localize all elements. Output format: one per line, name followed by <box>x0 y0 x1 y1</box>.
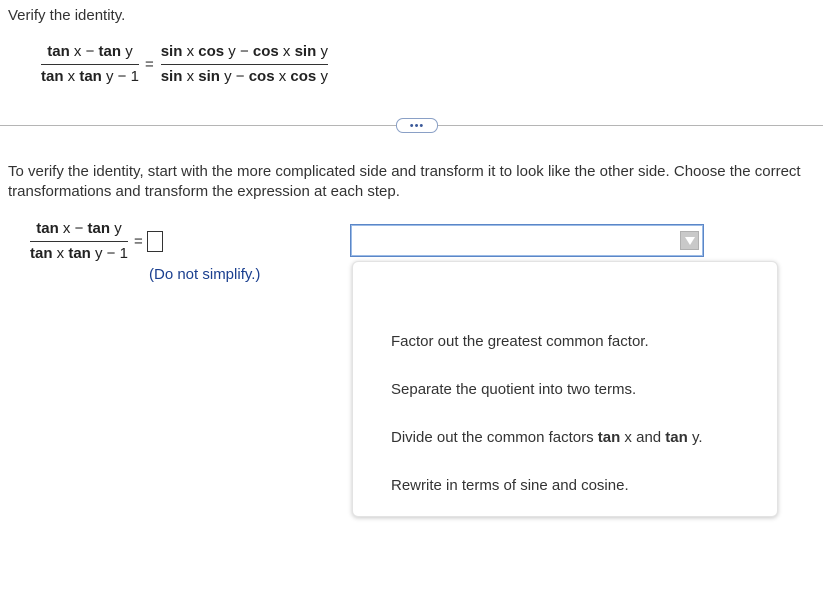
fraction-bar <box>160 64 328 65</box>
transformation-dropdown-menu: Factor out the greatest common factor. S… <box>352 261 778 517</box>
answer-input-box[interactable] <box>146 231 163 252</box>
instructions-text: To verify the identity, start with the m… <box>8 163 801 200</box>
rhs-numerator: sin x cos y − cos x sin y <box>160 43 328 60</box>
option-rewrite-sine-cosine[interactable]: Rewrite in terms of sine and cosine. <box>391 477 629 494</box>
step-numerator: tan x − tan y <box>36 220 122 237</box>
step-equation: tan x − tan y tan x tan y − 1 = <box>30 220 163 263</box>
step-equals-sign: = <box>133 233 143 250</box>
more-button[interactable]: ••• <box>396 118 438 133</box>
fraction-bar <box>30 241 128 242</box>
problem-title: Verify the identity. <box>8 7 126 24</box>
transformation-select[interactable] <box>350 224 704 257</box>
equals-sign: = <box>144 56 154 73</box>
identity-equation: tan x − tan y tan x tan y − 1 = sin x co… <box>41 43 328 86</box>
hint-text: (Do not simplify.) <box>149 266 261 283</box>
option-factor-gcf[interactable]: Factor out the greatest common factor. <box>391 333 649 350</box>
lhs-numerator: tan x − tan y <box>47 43 133 60</box>
option-divide-common-factors[interactable]: Divide out the common factors tan x and … <box>391 429 703 446</box>
lhs-denominator: tan x tan y − 1 <box>41 68 139 85</box>
identity-rhs-fraction: sin x cos y − cos x sin y sin x sin y − … <box>160 43 328 86</box>
fraction-bar <box>41 64 139 65</box>
step-denominator: tan x tan y − 1 <box>30 245 128 262</box>
identity-lhs-fraction: tan x − tan y tan x tan y − 1 <box>41 43 139 86</box>
rhs-denominator: sin x sin y − cos x cos y <box>160 68 328 85</box>
option-separate-quotient[interactable]: Separate the quotient into two terms. <box>391 381 636 398</box>
step-lhs-fraction: tan x − tan y tan x tan y − 1 <box>30 220 128 263</box>
